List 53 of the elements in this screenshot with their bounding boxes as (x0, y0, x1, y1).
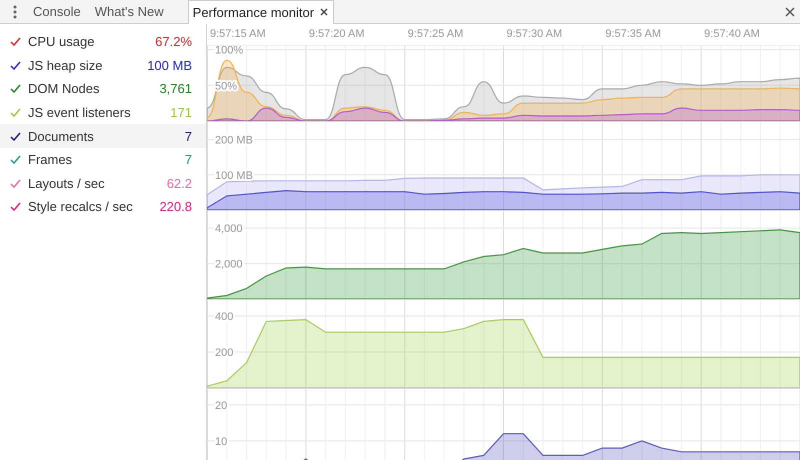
metric-value: 220.8 (159, 199, 192, 214)
axis-label: 4,000 (215, 223, 243, 236)
metric-label: CPU usage (28, 34, 96, 50)
close-icon[interactable] (320, 8, 328, 16)
time-label: 9:57:30 AM (506, 28, 562, 40)
metric-toggle[interactable]: Frames 7 (0, 148, 206, 172)
axis-label: 200 MB (215, 134, 253, 147)
axis-label: 2,000 (215, 258, 243, 271)
checkmark-icon[interactable] (10, 84, 21, 94)
axis-label: 20 (215, 400, 228, 412)
metric-value: 62.2 (166, 176, 192, 191)
checkmark-icon[interactable] (10, 178, 21, 188)
axis-label: 100 MB (215, 170, 253, 182)
metric-label: Layouts / sec (28, 176, 106, 191)
checkmark-icon[interactable] (10, 132, 21, 141)
time-label: 9:57:20 AM (308, 28, 364, 40)
metric-value: 100 MB (147, 58, 192, 73)
checkmark-icon[interactable] (10, 108, 21, 118)
metric-value: 171 (170, 105, 192, 120)
metric-label: JS event listeners (28, 105, 132, 120)
time-label: 9:57:15 AM (210, 28, 266, 40)
time-label: 9:57:25 AM (408, 28, 464, 40)
metric-toggle[interactable]: Documents 7 (0, 124, 206, 148)
metric-value: 7 (184, 128, 192, 144)
metric-toggle[interactable]: Style recalcs / sec 220.8 (0, 195, 206, 219)
metric-label: Style recalcs / sec (28, 199, 134, 214)
metric-label: Documents (28, 128, 95, 144)
time-label: 9:57:40 AM (704, 28, 760, 40)
checkmark-icon[interactable] (10, 202, 21, 212)
checkmark-icon[interactable] (10, 155, 21, 164)
close-icon[interactable] (785, 6, 795, 16)
checkmark-icon[interactable] (10, 37, 21, 46)
metric-toggle[interactable]: DOM Nodes 3,761 (0, 77, 206, 101)
metric-toggle[interactable]: CPU usage 67.2% (0, 30, 206, 54)
metric-label: Frames (28, 152, 74, 168)
tab[interactable]: What's New (90, 0, 168, 22)
metric-value: 3,761 (159, 81, 192, 96)
more-menu-icon[interactable] (13, 4, 17, 18)
tab[interactable]: Console (29, 0, 85, 22)
metric-label: JS heap size (28, 58, 104, 73)
axis-label: 400 (215, 311, 234, 324)
metric-toggle[interactable]: JS event listeners 171 (0, 100, 206, 124)
tab[interactable]: Performance monitor (188, 0, 334, 24)
metric-toggle[interactable]: Layouts / sec 62.2 (0, 172, 206, 196)
metric-value: 7 (184, 152, 192, 168)
metric-label: DOM Nodes (28, 81, 101, 96)
time-label: 9:57:35 AM (605, 28, 661, 40)
axis-label: 100% (215, 46, 244, 57)
axis-label: 10 (215, 436, 228, 448)
checkmark-icon[interactable] (10, 60, 21, 70)
axis-label: 200 (215, 347, 234, 359)
metric-toggle[interactable]: JS heap size 100 MB (0, 54, 206, 78)
metric-value: 67.2% (155, 34, 192, 50)
